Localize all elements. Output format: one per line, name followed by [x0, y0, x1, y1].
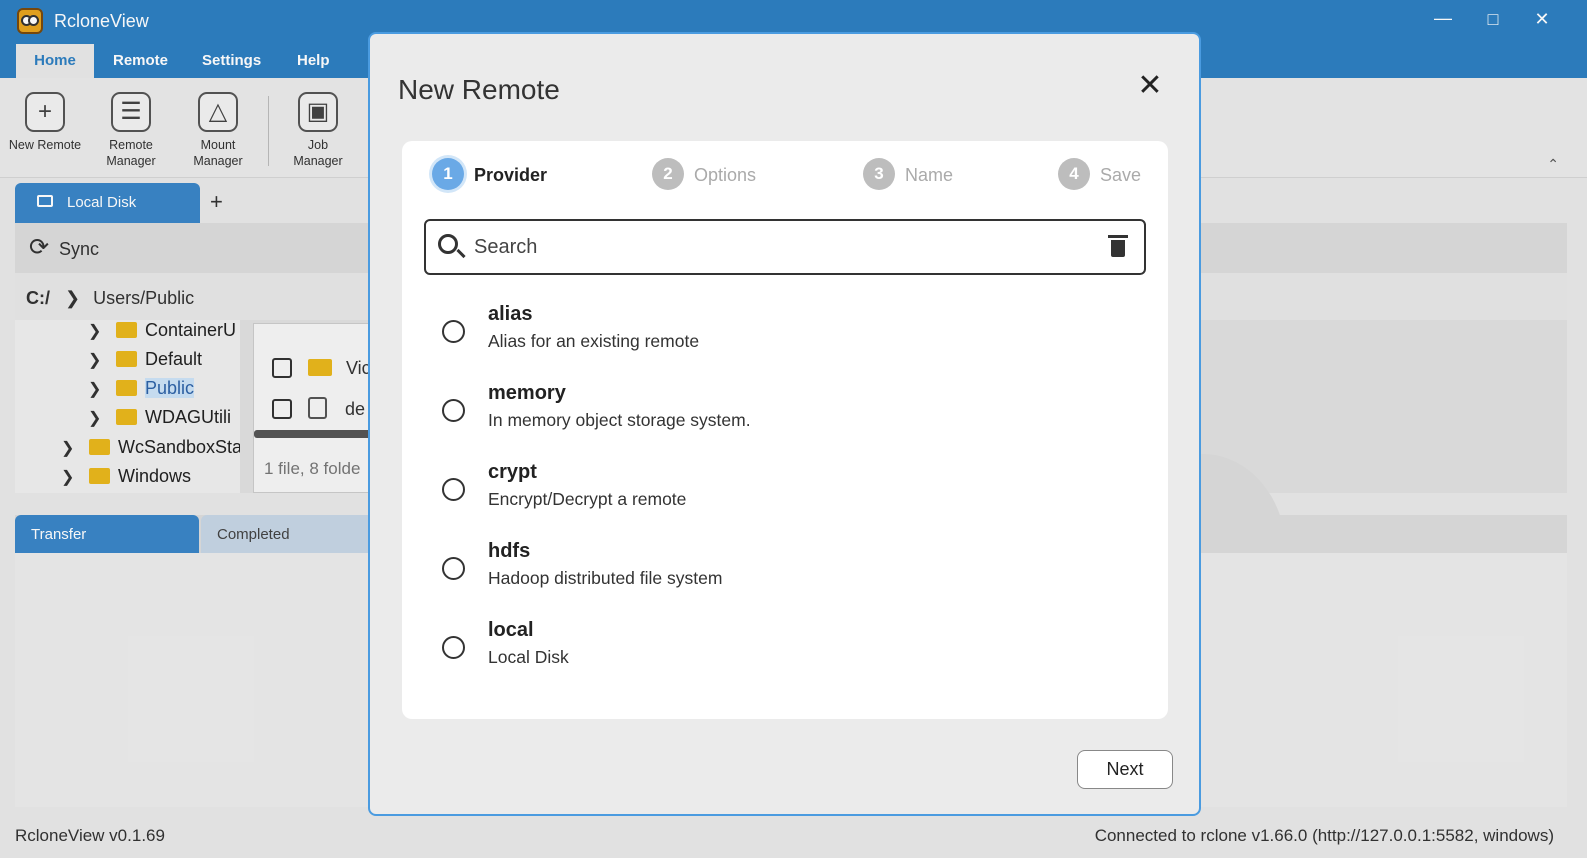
dialog-title: New Remote: [398, 74, 560, 105]
step-number: 3: [863, 158, 895, 190]
radio-button[interactable]: [442, 557, 465, 580]
provider-name: local: [488, 619, 534, 641]
provider-description: Hadoop distributed file system: [488, 568, 723, 588]
trash-icon[interactable]: [1108, 235, 1128, 257]
step-number: 1: [432, 158, 464, 190]
next-button[interactable]: Next: [1077, 750, 1173, 789]
step-label: Save: [1100, 165, 1142, 185]
step-provider: 1 Provider: [432, 158, 547, 192]
provider-description: In memory object storage system.: [488, 410, 751, 430]
provider-name: alias: [488, 303, 533, 325]
provider-name: memory: [488, 382, 566, 404]
step-label: Options: [694, 165, 757, 185]
step-name: 3 Name: [863, 158, 953, 192]
radio-button[interactable]: [442, 636, 465, 659]
radio-button[interactable]: [442, 478, 465, 501]
close-icon[interactable]: ✕: [1136, 71, 1164, 101]
step-label: Name: [905, 165, 954, 185]
provider-description: Encrypt/Decrypt a remote: [488, 489, 687, 509]
new-remote-dialog: New Remote ✕ 1 Provider 2 Options 3 Name 4S…: [368, 32, 1201, 816]
provider-name: crypt: [488, 461, 537, 483]
step-label: Provider: [474, 165, 548, 185]
step-number: 2: [652, 158, 684, 190]
app-window: RcloneView — □ ✕ Home Remote Settings He…: [0, 0, 1587, 858]
provider-description: Alias for an existing remote: [488, 331, 700, 351]
search-box: [424, 219, 1146, 275]
step-options: 2 Options: [652, 158, 756, 192]
radio-button[interactable]: [442, 399, 465, 422]
provider-name: hdfs: [488, 540, 531, 562]
step-save: 4 Save: [1058, 158, 1141, 192]
search-icon: [438, 234, 458, 254]
provider-card: 1 Provider 2 Options 3 Name 4 Save alias Ali…: [402, 141, 1168, 719]
search-input[interactable]: [474, 231, 1094, 263]
radio-button[interactable]: [442, 320, 465, 343]
provider-description: Local Disk: [488, 647, 569, 667]
step-number: 4: [1058, 158, 1090, 190]
